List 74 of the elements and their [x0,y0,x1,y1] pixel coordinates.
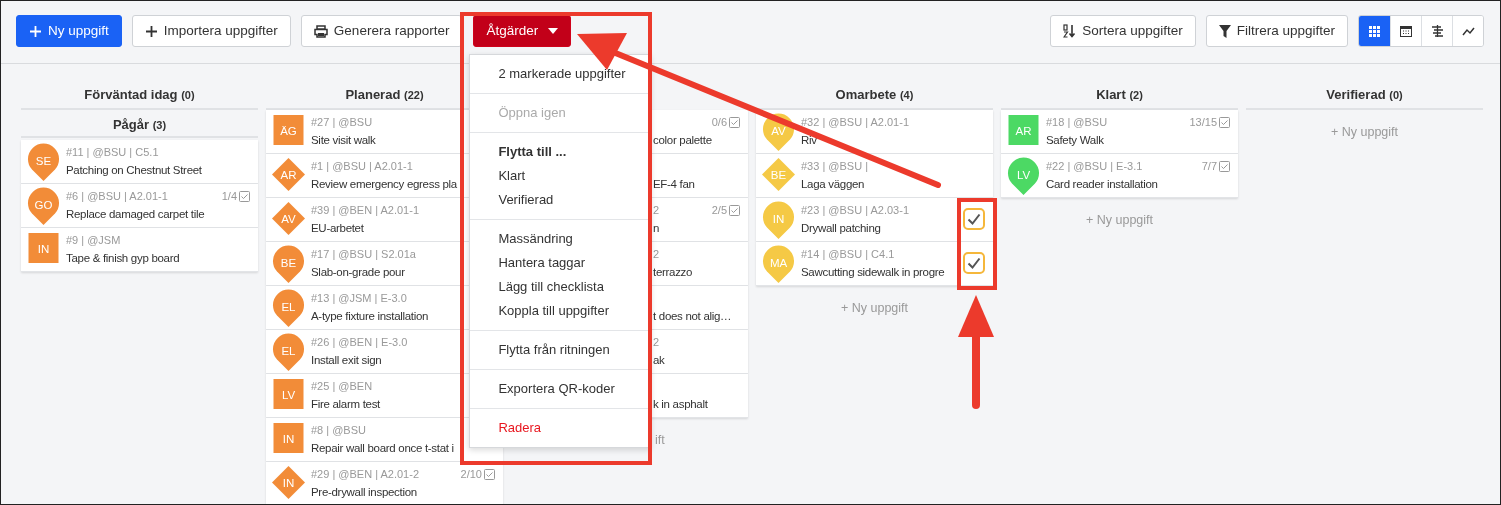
task-marker: SE [27,143,60,181]
task-meta: #22 | @BSU | E-3.1 [1046,159,1143,174]
checklist-count: 13/15 [1189,115,1217,130]
column-title: Klart [1096,87,1126,102]
column-count: (22) [404,89,424,101]
task-meta: 2 [653,203,660,218]
task-title: Card reader installation [1046,177,1158,192]
task-title: n [653,221,660,236]
column-count: (2) [1129,89,1143,101]
task-marker: IN [762,201,795,239]
task-marker: LV [1007,157,1040,195]
task-meta: #14 | @BSU | C4.1 [801,247,895,262]
task-marker: EL [272,289,305,327]
task-title: Patching on Chestnut Street [66,163,202,178]
task-meta: #18 | @BSU [1046,115,1108,130]
column-count: (0) [1389,89,1403,101]
column-title: Verifierad [1326,87,1386,102]
column-count: (3) [152,119,167,131]
task-title: Laga väggen [801,177,865,192]
task-title: Safety Walk [1046,133,1104,148]
menu-label: 2 markerade uppgifter [497,65,627,83]
task-meta: #9 | @JSM [66,233,121,248]
task-title: Site visit walk [311,133,376,148]
task-marker: EL [272,333,305,371]
task-marker: GO [27,187,60,225]
task-title: Drywall patching [801,221,881,236]
task-meta: #27 | @BSU [311,115,373,130]
task-marker: BE [272,245,305,283]
task-title: EF-4 fan [653,177,695,192]
task-meta: #6 | @BSU | A2.01-1 [66,189,168,204]
checklist-count: 7/7 [1201,159,1217,174]
task-title: Pre-drywall inspection [311,485,417,500]
task-title: EU-arbetet [311,221,364,236]
task-meta: #26 | @BEN | E-3.0 [311,335,408,350]
task-title: terrazzo [653,265,693,280]
task-title: Review emergency egress pla [311,177,457,192]
task-meta: #8 | @BSU [311,423,366,438]
task-meta: #29 | @BEN | A2.01-2 [311,467,419,482]
task-marker: AV [762,113,795,151]
task-title: Replace damaged carpet tile [66,207,205,222]
task-title: Fire alarm test [311,397,380,412]
task-meta: #1 | @BSU | A2.01-1 [311,159,413,174]
task-title: A-type fixture installation [311,309,429,324]
task-title: Riv [801,133,817,148]
task-title: ak [653,353,665,368]
task-meta: #13 | @JSM | E-3.0 [311,291,407,306]
task-title: t does not alig… [653,309,732,324]
checklist-count: 0/6 [711,115,727,130]
task-meta: #39 | @BEN | A2.01-1 [311,203,419,218]
column-title: Omarbete [835,87,897,102]
task-marker: MA [762,245,795,283]
task-meta: #25 | @BEN [311,379,373,394]
task-meta: #33 | @BSU | [801,159,869,174]
task-meta: 2 [653,335,660,350]
task-title: Tape & finish gyp board [66,251,180,266]
task-meta: #23 | @BSU | A2.03-1 [801,203,909,218]
task-meta: 2 [653,247,660,262]
column-count: (0) [181,89,195,101]
task-title: color palette [653,133,712,148]
column-title: Planerad [345,87,401,102]
column-title: Förväntad idag [84,87,178,102]
checklist-count: 2/5 [711,203,727,218]
task-title: Install exit sign [311,353,382,368]
checklist-count: 2/10 [460,467,482,482]
task-title: Slab-on-grade pour [311,265,405,280]
task-meta: #11 | @BSU | C5.1 [66,145,159,160]
task-meta: #17 | @BSU | S2.01a [311,247,416,262]
checklist-count: 1/4 [221,189,237,204]
task-meta: #32 | @BSU | A2.01-1 [801,115,909,130]
column-count: (4) [899,89,914,101]
task-title: Repair wall board once t-stat i [311,441,454,456]
task-title: Sawcutting sidewalk in progre [801,265,945,280]
task-title: k in asphalt [653,397,708,412]
column-title: Pågår [112,117,150,132]
